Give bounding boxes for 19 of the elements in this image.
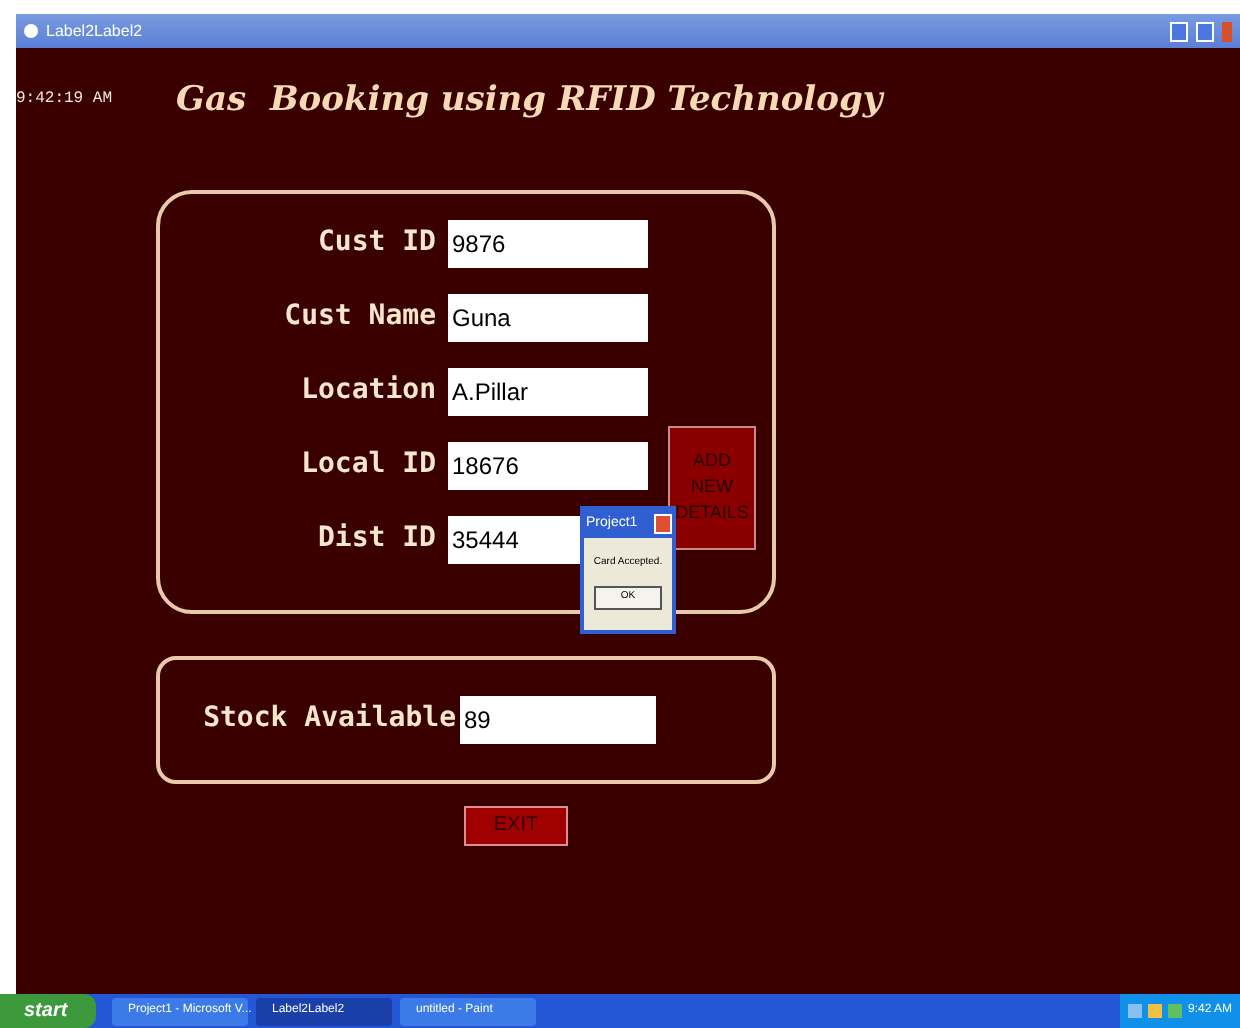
- stock-field[interactable]: 89: [460, 695, 656, 743]
- stock-label: Stock Available: [201, 700, 458, 738]
- field-label: Local ID: [299, 446, 438, 484]
- maximize-button[interactable]: [1196, 21, 1214, 41]
- field-label: Location: [299, 372, 438, 410]
- window-icon: [24, 24, 38, 38]
- start-button[interactable]: start: [0, 994, 96, 1028]
- window-title: Label2Label2: [46, 19, 143, 43]
- heading: Gas Booking using RFID Technology: [176, 78, 883, 124]
- field-label: Cust ID: [315, 224, 438, 262]
- clock-label: 9:42:19 AM: [16, 88, 115, 112]
- text-field[interactable]: 18676: [448, 441, 648, 489]
- text-field[interactable]: 9876: [448, 219, 648, 267]
- field-label: Cust Name: [282, 298, 438, 336]
- field-label: Dist ID: [315, 520, 438, 558]
- text-field[interactable]: Guna: [448, 293, 648, 341]
- text-field[interactable]: A.Pillar: [448, 367, 648, 415]
- minimize-button[interactable]: [1170, 21, 1188, 41]
- dialog-close-button[interactable]: [654, 514, 672, 534]
